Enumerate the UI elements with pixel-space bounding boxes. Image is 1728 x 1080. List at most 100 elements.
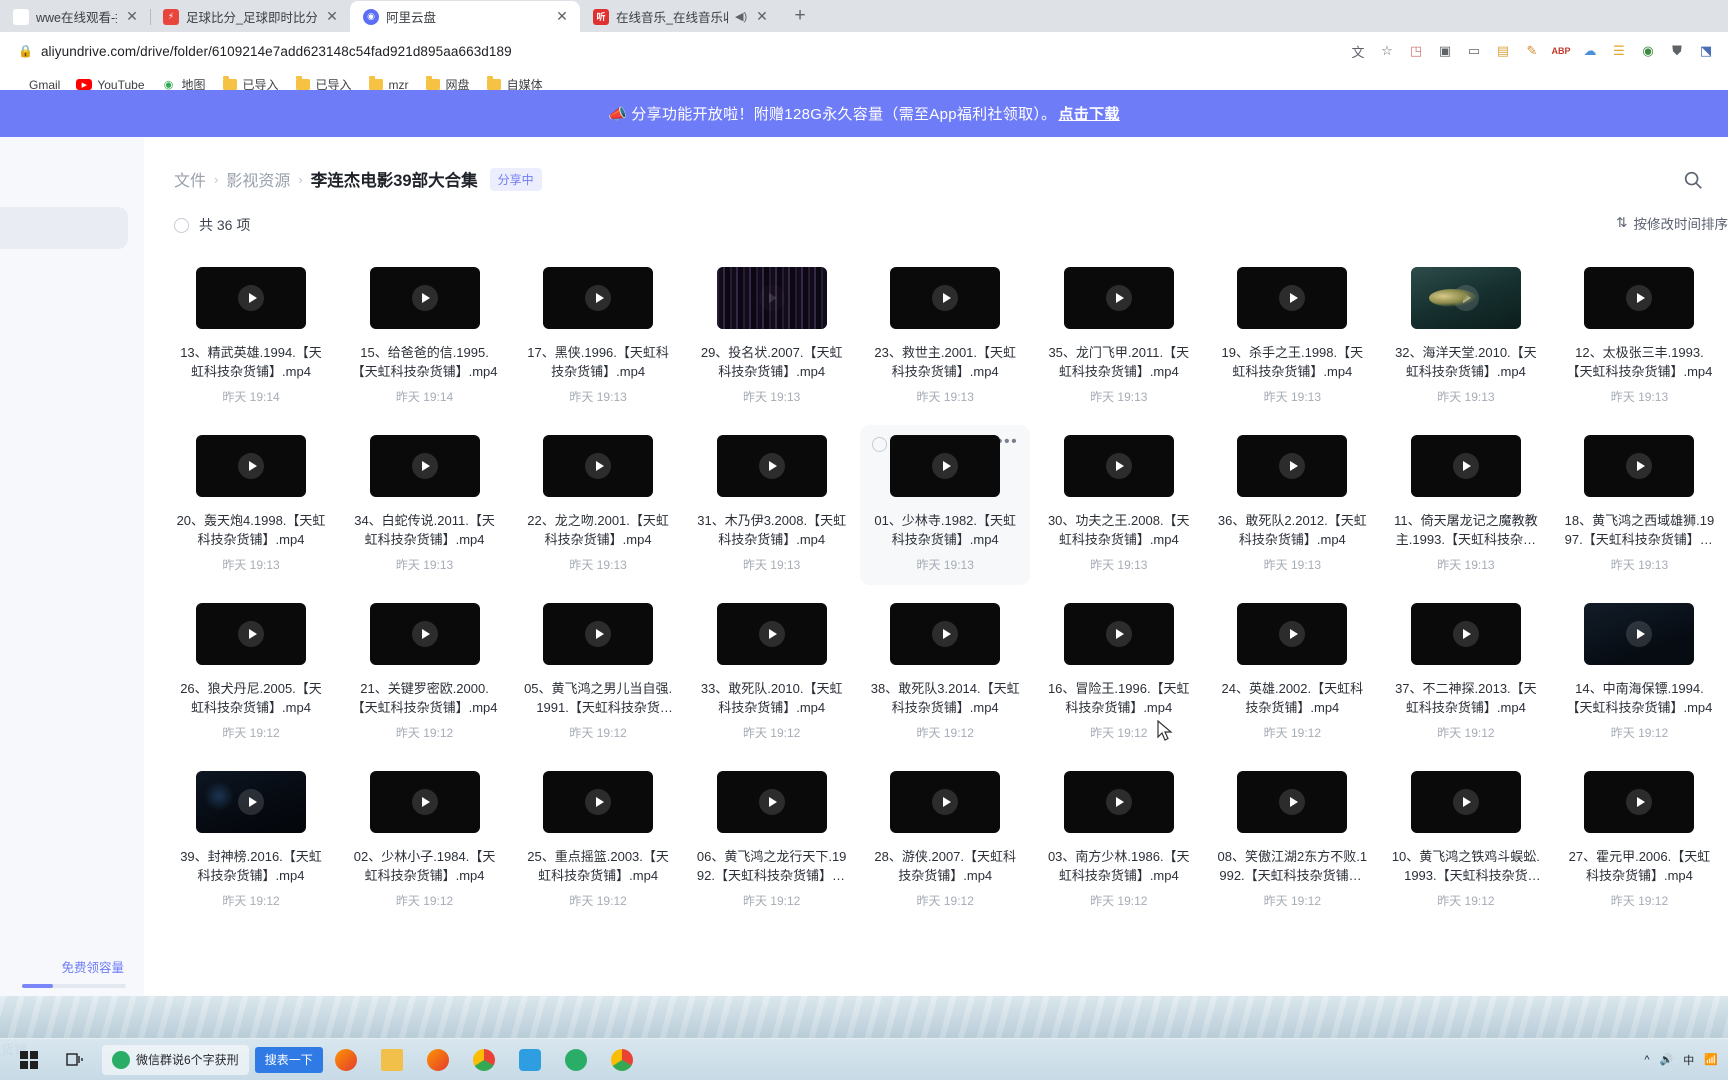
browser-tab-3[interactable]: 听 在线音乐_在线音乐收听_在线 ◀) ✕ (580, 1, 780, 32)
firefox-icon-2[interactable] (415, 1039, 461, 1080)
tab-close-icon[interactable]: ✕ (124, 9, 140, 25)
file-card[interactable]: •••02、少林小子.1984.【天虹科技杂货铺】.mp4昨天 19:12 (340, 761, 510, 921)
file-card[interactable]: •••34、白蛇传说.2011.【天虹科技杂货铺】.mp4昨天 19:13 (340, 425, 510, 585)
file-card[interactable]: •••38、敢死队3.2014.【天虹科技杂货铺】.mp4昨天 19:12 (860, 593, 1030, 753)
chrome-icon-2[interactable] (599, 1039, 645, 1080)
file-time: 昨天 19:13 (222, 558, 280, 572)
file-card[interactable]: •••14、中南海保镖.1994.【天虹科技杂货铺】.mp4昨天 19:12 (1554, 593, 1724, 753)
file-card[interactable]: •••15、给爸爸的信.1995.【天虹科技杂货铺】.mp4昨天 19:14 (340, 257, 510, 417)
file-card[interactable]: •••17、黑侠.1996.【天虹科技杂货铺】.mp4昨天 19:13 (513, 257, 683, 417)
file-card[interactable]: •••31、木乃伊3.2008.【天虹科技杂货铺】.mp4昨天 19:13 (687, 425, 857, 585)
upload-button[interactable] (0, 207, 128, 249)
wechat-icon-2[interactable] (553, 1039, 599, 1080)
pen-icon[interactable]: ✎ (1522, 41, 1542, 61)
file-card[interactable]: •••35、龙门飞甲.2011.【天虹科技杂货铺】.mp4昨天 19:13 (1034, 257, 1204, 417)
file-card[interactable]: •••32、海洋天堂.2010.【天虹科技杂货铺】.mp4昨天 19:13 (1381, 257, 1551, 417)
bookmark-star-icon[interactable]: ☆ (1377, 41, 1397, 61)
globe-icon[interactable]: ◉ (1638, 41, 1658, 61)
windows-start-icon[interactable] (6, 1039, 52, 1080)
file-card[interactable]: •••08、笑傲江湖2东方不败.1992.【天虹科技杂货铺】.mp4昨天 19:… (1207, 761, 1377, 921)
sort-control[interactable]: ⇅ 按修改时间排序 (1616, 213, 1728, 233)
browser-tab-2[interactable]: ◉ 阿里云盘 ✕ (350, 1, 580, 32)
sidebar-item-files[interactable]: 文件夹 (0, 275, 142, 315)
network-icon[interactable]: 📶 (1704, 1053, 1718, 1066)
file-card[interactable]: •••33、敢死队.2010.【天虹科技杂货铺】.mp4昨天 19:12 (687, 593, 857, 753)
telegram-icon[interactable] (507, 1039, 553, 1080)
firefox-icon[interactable] (323, 1039, 369, 1080)
file-card[interactable]: •••28、游侠.2007.【天虹科技杂货铺】.mp4昨天 19:12 (860, 761, 1030, 921)
puzzle-icon[interactable]: ⬔ (1696, 41, 1716, 61)
file-card[interactable]: •••18、黄飞鸿之西域雄狮.1997.【天虹科技杂货铺】.mp4昨天 19:1… (1554, 425, 1724, 585)
file-card[interactable]: •••39、封神榜.2016.【天虹科技杂货铺】.mp4昨天 19:12 (166, 761, 336, 921)
play-icon (411, 789, 438, 815)
chrome-icon[interactable] (461, 1039, 507, 1080)
file-card[interactable]: •••10、黄飞鸿之铁鸡斗蜈蚣.1993.【天虹科技杂货铺】.mp4昨天 19:… (1381, 761, 1551, 921)
file-time: 昨天 19:12 (916, 726, 974, 740)
promo-banner[interactable]: 📣 分享功能开放啦！附赠128G永久容量（需至App福利社领取）。 点击下载 (0, 90, 1728, 137)
list-icon[interactable]: ☰ (1609, 41, 1629, 61)
file-card[interactable]: •••19、杀手之王.1998.【天虹科技杂货铺】.mp4昨天 19:13 (1207, 257, 1377, 417)
ime-icon[interactable]: 中 (1683, 1052, 1694, 1068)
extension-icon[interactable]: ◳ (1406, 41, 1426, 61)
file-card[interactable]: •••13、精武英雄.1994.【天虹科技杂货铺】.mp4昨天 19:14 (166, 257, 336, 417)
video-thumbnail (1584, 603, 1695, 665)
new-tab-button[interactable]: + (786, 2, 814, 30)
file-card[interactable]: •••30、功夫之王.2008.【天虹科技杂货铺】.mp4昨天 19:13 (1034, 425, 1204, 585)
file-card[interactable]: •••05、黄飞鸿之男儿当自强.1991.【天虹科技杂货铺】.mp4昨天 19:… (513, 593, 683, 753)
file-card[interactable]: •••11、倚天屠龙记之魔教教主.1993.【天虹科技杂货铺】.mp4昨天 19… (1381, 425, 1551, 585)
breadcrumb-item-files[interactable]: 文件 (174, 167, 206, 191)
tab-title: 在线音乐_在线音乐收听_在线 (616, 11, 728, 25)
capacity-link[interactable]: 免费领容量 (0, 957, 142, 976)
tray-expand-icon[interactable]: ^ (1644, 1054, 1649, 1066)
file-card[interactable]: •••27、霍元甲.2006.【天虹科技杂货铺】.mp4昨天 19:12 (1554, 761, 1724, 921)
wechat-news-item[interactable]: 微信群说6个字获刑 (102, 1044, 249, 1075)
cast-icon[interactable]: ▭ (1464, 41, 1484, 61)
task-view-icon[interactable] (52, 1039, 98, 1080)
search-button[interactable]: 搜表一下 (254, 1046, 323, 1073)
file-card[interactable]: •••26、狼犬丹尼.2005.【天虹科技杂货铺】.mp4昨天 19:12 (166, 593, 336, 753)
tab-close-icon[interactable]: ✕ (554, 9, 570, 25)
file-card[interactable]: •••24、英雄.2002.【天虹科技杂货铺】.mp4昨天 19:12 (1207, 593, 1377, 753)
file-card[interactable]: •••03、南方少林.1986.【天虹科技杂货铺】.mp4昨天 19:12 (1034, 761, 1204, 921)
file-explorer-icon[interactable] (369, 1039, 415, 1080)
screenshot-icon[interactable]: ▣ (1435, 41, 1455, 61)
file-card[interactable]: •••23、救世主.2001.【天虹科技杂货铺】.mp4昨天 19:13 (860, 257, 1030, 417)
file-card[interactable]: ••• 01、少林寺.1982.【天虹科技杂货铺】.mp4 昨天 19:13 (860, 425, 1031, 585)
capacity-section: 免费领容量 (0, 957, 142, 988)
file-card[interactable]: •••25、重点摇篮.2003.【天虹科技杂货铺】.mp4昨天 19:12 (513, 761, 683, 921)
promo-download-link[interactable]: 点击下载 (1058, 103, 1119, 124)
file-card[interactable]: •••21、关键罗密欧.2000.【天虹科技杂货铺】.mp4昨天 19:12 (340, 593, 510, 753)
file-card[interactable]: •••06、黄飞鸿之龙行天下.1992.【天虹科技杂货铺】.mp4昨天 19:1… (687, 761, 857, 921)
search-icon[interactable] (1682, 169, 1706, 193)
main-panel: 文件 › 影视资源 › 李连杰电影39部大合集 分享中 共 36 项 ⇅ 按修改… (144, 137, 1728, 1080)
translate-icon[interactable]: 文 (1348, 41, 1368, 61)
sidebar-item-recycle-bin[interactable]: 回收站 (0, 395, 142, 435)
file-more-icon[interactable]: ••• (997, 434, 1018, 450)
file-card[interactable]: •••37、不二神探.2013.【天虹科技杂货铺】.mp4昨天 19:12 (1381, 593, 1551, 753)
browser-tab-0[interactable]: wwe在线观看-摔角网 ✕ (0, 1, 150, 32)
video-thumbnail (1237, 771, 1348, 833)
file-card[interactable]: •••29、投名状.2007.【天虹科技杂货铺】.mp4昨天 19:13 (687, 257, 857, 417)
select-all-checkbox[interactable] (174, 217, 189, 233)
file-checkbox[interactable] (872, 437, 888, 452)
tab-close-icon[interactable]: ✕ (754, 9, 770, 25)
folder-icon[interactable]: ▤ (1493, 41, 1513, 61)
tab-mute-icon[interactable]: ◀) (735, 10, 747, 23)
promo-banner-text: 分享功能开放啦！附赠128G永久容量（需至App福利社领取）。 (631, 106, 1057, 123)
file-card[interactable]: •••12、太极张三丰.1993.【天虹科技杂货铺】.mp4昨天 19:13 (1554, 257, 1724, 417)
browser-tab-1[interactable]: ⚡ 足球比分_足球即时比分_足球比分 ✕ (150, 1, 350, 32)
file-card[interactable]: •••16、冒险王.1996.【天虹科技杂货铺】.mp4昨天 19:12 (1034, 593, 1204, 753)
sidebar-item-transfer[interactable]: 传输箱 (0, 315, 142, 355)
play-icon (1105, 453, 1132, 479)
shield-icon[interactable]: ⛊ (1667, 41, 1687, 61)
cloud-icon[interactable]: ☁ (1580, 41, 1600, 61)
volume-icon[interactable]: 🔊 (1660, 1053, 1674, 1066)
sidebar-item-my-shares[interactable]: 我的分享 (0, 355, 142, 395)
breadcrumb-item-media[interactable]: 影视资源 (226, 167, 290, 191)
file-card[interactable]: •••20、轰天炮4.1998.【天虹科技杂货铺】.mp4昨天 19:13 (166, 425, 336, 585)
file-card[interactable]: •••36、敢死队2.2012.【天虹科技杂货铺】.mp4昨天 19:13 (1207, 425, 1377, 585)
adblock-icon[interactable]: ABP (1551, 41, 1571, 61)
tab-close-icon[interactable]: ✕ (324, 9, 340, 25)
file-card[interactable]: •••22、龙之吻.2001.【天虹科技杂货铺】.mp4昨天 19:13 (513, 425, 683, 585)
address-bar[interactable]: 🔒 aliyundrive.com/drive/folder/6109214e7… (8, 37, 1348, 65)
